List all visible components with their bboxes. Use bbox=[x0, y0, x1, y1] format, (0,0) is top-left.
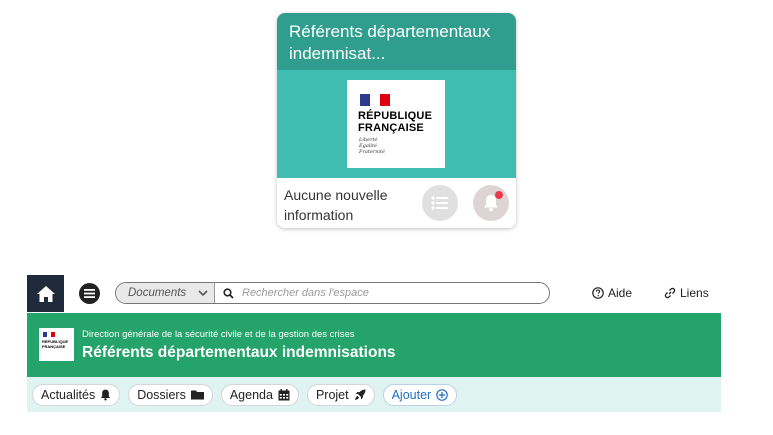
logo-line-1: RÉPUBLIQUE bbox=[358, 110, 433, 122]
tab-label: Dossiers bbox=[137, 387, 186, 402]
chevron-down-icon bbox=[198, 290, 208, 296]
tab-actualites[interactable]: Actualités bbox=[32, 383, 121, 406]
french-flag-icon bbox=[360, 94, 390, 106]
top-navigation: Documents Aide bbox=[27, 275, 721, 312]
menu-icon bbox=[84, 289, 95, 298]
home-button[interactable] bbox=[27, 275, 64, 312]
links-label: Liens bbox=[680, 286, 709, 300]
tab-dossiers[interactable]: Dossiers bbox=[128, 383, 213, 406]
links-link[interactable]: Liens bbox=[664, 286, 709, 300]
search-scope-label: Documents bbox=[128, 287, 187, 299]
search-bar: Documents bbox=[115, 282, 550, 304]
folder-icon bbox=[190, 390, 204, 400]
card-info-text: Aucune nouvelle information bbox=[284, 187, 388, 223]
list-icon bbox=[431, 196, 449, 210]
mini-logo-line-2: FRANÇAISE bbox=[42, 344, 66, 349]
search-input[interactable] bbox=[242, 287, 549, 299]
banner-subtitle: Direction générale de la sécurité civile… bbox=[82, 329, 355, 340]
tab-label: Ajouter bbox=[391, 387, 432, 402]
help-circle-icon bbox=[592, 287, 604, 299]
rocket-icon bbox=[354, 389, 366, 401]
tab-ajouter[interactable]: Ajouter bbox=[382, 383, 458, 406]
tab-agenda[interactable]: Agenda bbox=[220, 383, 299, 406]
search-icon bbox=[223, 287, 234, 299]
add-circle-icon bbox=[436, 388, 449, 401]
notification-dot bbox=[495, 191, 503, 199]
motto-fraternite: Fraternité bbox=[359, 149, 385, 155]
card-footer: Aucune nouvelle information bbox=[277, 178, 516, 228]
french-flag-icon bbox=[43, 332, 55, 337]
link-icon bbox=[664, 287, 676, 299]
space-tabs: Actualités Dossiers Agenda Projet Ajoute… bbox=[27, 377, 721, 412]
help-link[interactable]: Aide bbox=[592, 286, 632, 300]
search-scope-select[interactable]: Documents bbox=[116, 283, 215, 303]
notifications-button[interactable] bbox=[473, 185, 509, 221]
republique-francaise-logo: RÉPUBLIQUE FRANÇAISE Liberté Égalité Fra… bbox=[347, 80, 445, 168]
logo-line-2: FRANÇAISE bbox=[358, 122, 424, 134]
help-label: Aide bbox=[608, 286, 633, 300]
tab-label: Projet bbox=[315, 387, 349, 402]
space-card[interactable]: Référents départementaux indemnisat... R… bbox=[277, 13, 516, 228]
space-banner: RÉPUBLIQUE FRANÇAISE Direction générale … bbox=[27, 313, 721, 377]
home-icon bbox=[36, 285, 56, 303]
card-image-area: RÉPUBLIQUE FRANÇAISE Liberté Égalité Fra… bbox=[277, 70, 516, 178]
card-title[interactable]: Référents départementaux indemnisat... bbox=[277, 13, 516, 70]
republique-francaise-logo-small: RÉPUBLIQUE FRANÇAISE bbox=[39, 328, 74, 361]
menu-button[interactable] bbox=[79, 283, 100, 304]
calendar-icon bbox=[278, 388, 290, 401]
banner-title: Référents départementaux indemnisations bbox=[82, 344, 396, 361]
tab-label: Actualités bbox=[41, 387, 96, 402]
tab-projet[interactable]: Projet bbox=[306, 383, 375, 406]
logo-motto: Liberté Égalité Fraternité bbox=[359, 137, 385, 155]
list-button[interactable] bbox=[422, 185, 458, 221]
bell-icon bbox=[100, 389, 111, 401]
tab-label: Agenda bbox=[229, 387, 273, 402]
